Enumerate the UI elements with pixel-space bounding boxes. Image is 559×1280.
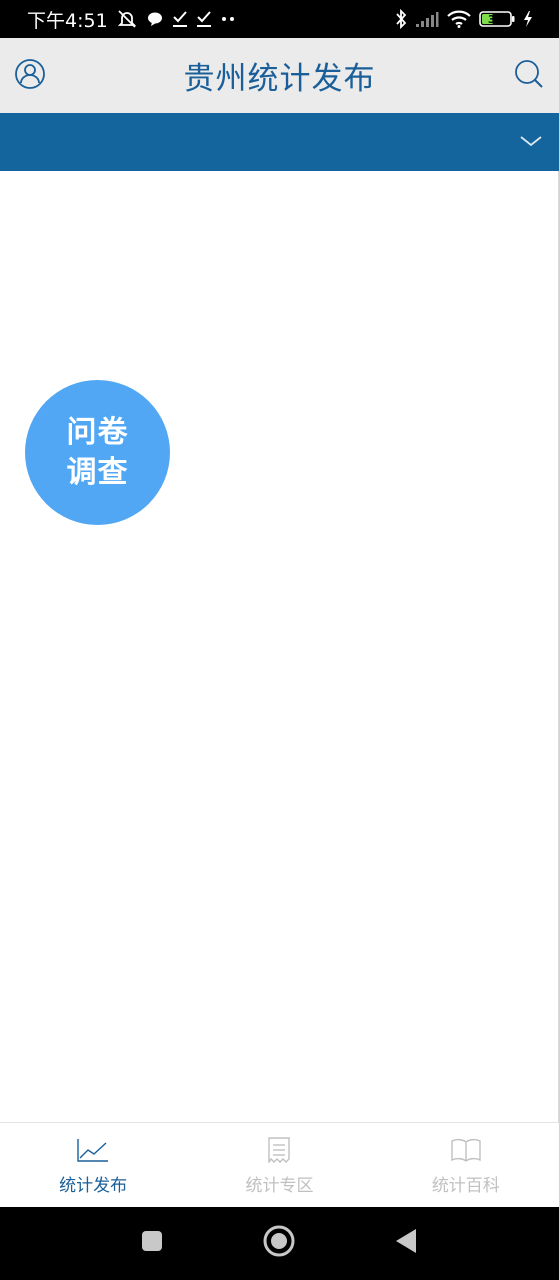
user-profile-icon: [14, 58, 46, 94]
home-circle-icon: [262, 1224, 296, 1262]
status-bar: 下午4:51 36: [0, 0, 559, 38]
search-button[interactable]: [499, 38, 559, 113]
recent-apps-button[interactable]: [130, 1221, 174, 1265]
tab-label: 统计百科: [431, 1176, 500, 1196]
bluetooth-icon: [395, 9, 407, 29]
document-icon: [266, 1137, 292, 1167]
check-download-icon: [196, 10, 212, 28]
page-title: 贵州统计发布: [183, 61, 376, 97]
open-book-icon: [450, 1137, 482, 1167]
battery-icon: 36: [479, 10, 515, 28]
survey-label-line2: 调查: [66, 454, 129, 490]
chevron-down-icon: [519, 133, 543, 152]
system-navigation-bar: [0, 1207, 559, 1280]
more-dots-icon: [220, 15, 236, 23]
tab-statistics-release[interactable]: 统计发布: [0, 1123, 186, 1208]
content-area: 问卷 调查: [0, 171, 559, 1122]
tab-label: 统计专区: [245, 1176, 314, 1196]
search-icon: [513, 58, 545, 94]
back-triangle-icon: [394, 1227, 418, 1259]
back-button[interactable]: [384, 1221, 428, 1265]
charging-icon: [523, 10, 533, 28]
bottom-tab-bar: 统计发布 统计专区 统计百科: [0, 1122, 559, 1208]
status-time: 下午4:51: [27, 9, 108, 32]
home-button[interactable]: [257, 1221, 301, 1265]
check-download-icon: [172, 10, 188, 28]
line-chart-icon: [76, 1137, 110, 1167]
category-bar: [0, 113, 559, 171]
tab-statistics-encyclopedia[interactable]: 统计百科: [373, 1123, 559, 1208]
chat-bubble-icon: [146, 10, 164, 28]
mute-icon: [116, 9, 138, 29]
survey-button[interactable]: 问卷 调查: [25, 380, 170, 525]
app-screen: 下午4:51 36 贵州统计发布 问卷 调查 统计发布 统计专区 统计百科: [0, 0, 559, 1280]
battery-level: 36: [487, 12, 504, 26]
signal-icon: [415, 10, 439, 28]
category-dropdown-button[interactable]: [515, 127, 547, 157]
app-header: 贵州统计发布: [0, 38, 559, 113]
status-left: 下午4:51: [27, 6, 236, 33]
user-profile-button[interactable]: [0, 38, 60, 113]
survey-label-line1: 问卷: [66, 414, 129, 450]
wifi-icon: [447, 10, 471, 28]
square-icon: [140, 1229, 164, 1257]
tab-label: 统计发布: [59, 1176, 128, 1196]
status-right: 36: [395, 9, 533, 29]
tab-statistics-zone[interactable]: 统计专区: [186, 1123, 372, 1208]
